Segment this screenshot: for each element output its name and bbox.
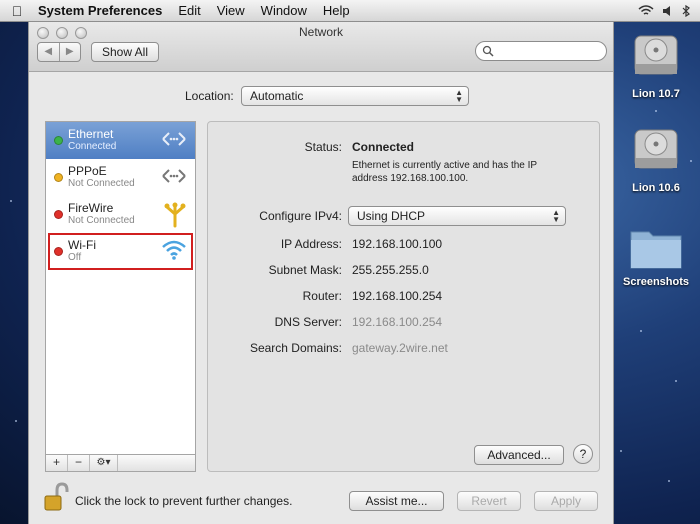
status-dot-red — [54, 210, 63, 219]
network-window: Network ◀ ▶ Show All Location: Automatic… — [28, 22, 614, 524]
bluetooth-icon[interactable] — [682, 4, 690, 17]
configure-ipv4-label: Configure IPv4: — [259, 209, 342, 223]
popup-arrows-icon: ▲ ▼ — [455, 88, 463, 104]
menu-window[interactable]: Window — [253, 3, 315, 18]
forward-arrow-icon[interactable]: ▶ — [58, 43, 81, 61]
search-field[interactable] — [475, 41, 607, 61]
desktop-item-label: Screenshots — [622, 276, 690, 288]
remove-service-button[interactable]: − — [68, 455, 90, 471]
router-label: Router: — [302, 289, 342, 303]
subnet-mask-label: Subnet Mask: — [268, 263, 342, 277]
volume-icon[interactable] — [662, 5, 674, 17]
advanced-button[interactable]: Advanced... — [474, 445, 564, 465]
hard-drive-icon — [634, 35, 678, 75]
menu-view[interactable]: View — [209, 3, 253, 18]
apple-menu-icon[interactable]:  — [0, 3, 34, 19]
ethernet-arrows-icon — [162, 132, 186, 146]
service-list-toolbar: + − ⚙▾ — [45, 455, 196, 472]
popup-arrows-icon: ▲ ▼ — [552, 208, 560, 224]
status-label: Status: — [304, 140, 342, 154]
window-toolbar: Network ◀ ▶ Show All — [29, 22, 613, 72]
search-domains-value: gateway.2wire.net — [352, 341, 448, 355]
folder-icon — [630, 231, 682, 269]
status-value: Connected — [352, 140, 415, 154]
ip-address-label: IP Address: — [280, 237, 342, 251]
location-label: Location: — [185, 89, 234, 103]
back-forward-control: ◀ ▶ — [37, 42, 81, 62]
lock-message: Click the lock to prevent further change… — [75, 494, 293, 508]
wifi-menu-icon[interactable] — [638, 4, 654, 17]
desktop-item-label: Lion 10.7 — [632, 88, 680, 100]
hard-drive-icon — [634, 129, 678, 169]
search-icon — [482, 45, 494, 57]
menu-bar:  System Preferences Edit View Window He… — [0, 0, 700, 22]
menu-app-name[interactable]: System Preferences — [34, 3, 170, 18]
subnet-mask-value: 255.255.255.0 — [352, 263, 429, 277]
status-dot-green — [54, 136, 63, 145]
apply-button[interactable]: Apply — [534, 491, 598, 511]
lock-open-icon[interactable] — [43, 482, 69, 512]
gear-menu-button[interactable]: ⚙▾ — [90, 455, 118, 471]
configure-ipv4-popup[interactable]: Using DHCP ▲ ▼ — [348, 206, 566, 226]
location-value: Automatic — [250, 89, 304, 103]
ethernet-arrows-icon — [162, 169, 186, 183]
show-all-button[interactable]: Show All — [91, 42, 159, 62]
service-item-pppoe[interactable]: PPPoE Not Connected — [46, 159, 195, 196]
menu-help[interactable]: Help — [315, 3, 358, 18]
status-description: Ethernet is currently active and has the… — [352, 160, 537, 184]
service-item-ethernet[interactable]: Ethernet Connected — [46, 122, 195, 159]
desktop-item-label: Lion 10.6 — [632, 182, 680, 194]
firewire-icon — [164, 202, 186, 228]
back-arrow-icon[interactable]: ◀ — [38, 43, 59, 61]
assist-me-button[interactable]: Assist me... — [349, 491, 444, 511]
search-domains-label: Search Domains: — [249, 341, 342, 355]
status-dot-red — [54, 247, 63, 256]
status-dot-yellow — [54, 173, 63, 182]
service-item-firewire[interactable]: FireWire Not Connected — [46, 196, 195, 233]
dns-server-label: DNS Server: — [274, 315, 342, 329]
help-button[interactable]: ? — [573, 444, 593, 464]
desktop-item-lion-10-6[interactable]: Lion 10.6 — [616, 124, 696, 194]
configure-ipv4-value: Using DHCP — [357, 209, 426, 223]
details-pane: Status: Connected Ethernet is currently … — [207, 121, 600, 472]
revert-button[interactable]: Revert — [457, 491, 521, 511]
wifi-icon — [162, 240, 186, 260]
ip-address-value: 192.168.100.100 — [352, 237, 443, 251]
location-popup[interactable]: Automatic ▲ ▼ — [241, 86, 469, 106]
service-list: Ethernet Connected PPPoE Not Connected F… — [45, 121, 196, 455]
add-service-button[interactable]: + — [46, 455, 68, 471]
window-title: Network — [298, 25, 343, 39]
router-value: 192.168.100.254 — [352, 289, 443, 303]
menu-edit[interactable]: Edit — [170, 3, 208, 18]
service-item-wifi[interactable]: Wi-Fi Off — [48, 233, 193, 270]
dns-server-value: 192.168.100.254 — [352, 315, 443, 329]
desktop-item-screenshots[interactable]: Screenshots — [616, 222, 696, 288]
desktop-item-lion-10-7[interactable]: Lion 10.7 — [616, 30, 696, 100]
